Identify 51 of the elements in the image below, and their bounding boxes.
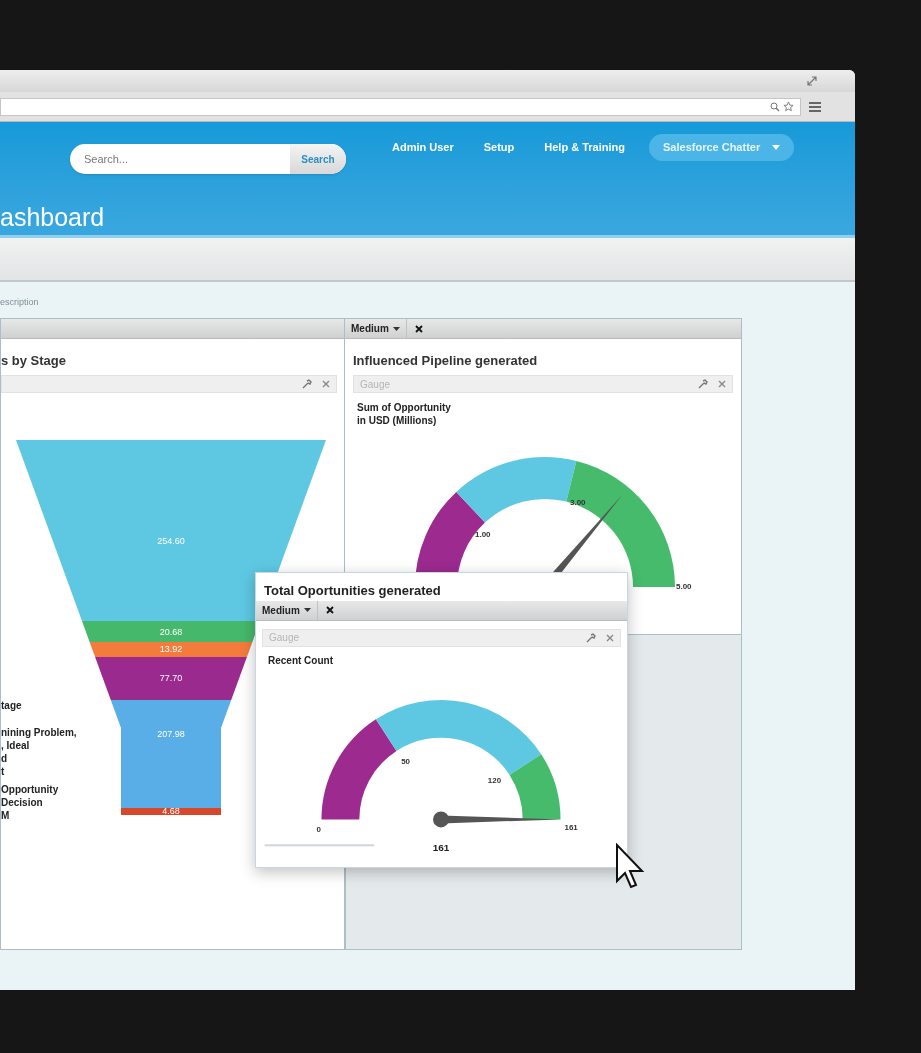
size-dropdown[interactable]: Medium <box>345 319 407 338</box>
wrench-icon[interactable] <box>302 379 312 389</box>
menu-icon[interactable] <box>809 101 821 112</box>
zoom-icon[interactable] <box>770 101 780 112</box>
close-icon[interactable] <box>325 606 334 615</box>
legend-label: d <box>1 752 9 765</box>
chart-subtitle: Recent Count <box>267 653 334 668</box>
search-field[interactable]: Search... Search <box>70 144 346 174</box>
legend-label: Opportunity <box>1 783 60 796</box>
search-button[interactable]: Search <box>290 144 346 174</box>
nav-link[interactable]: Admin User <box>392 139 454 156</box>
panel-title: Total Oportunities generated <box>263 582 442 600</box>
caret-icon <box>392 326 400 331</box>
star-icon[interactable] <box>783 101 794 112</box>
gauge-value: 161 <box>432 842 450 854</box>
segment-value: 254.60 <box>157 536 185 546</box>
gauge-tick-label: 0 <box>316 825 321 835</box>
component-type: Gauge <box>269 631 300 646</box>
gauge-tick-label: 1.00 <box>475 530 491 539</box>
gauge-tick-label: 5.00 <box>676 582 692 591</box>
segment-value: 207.98 <box>157 729 185 739</box>
segment-value: 77.70 <box>159 673 183 683</box>
size-dropdown[interactable]: Medium <box>256 600 318 620</box>
description-text: escription <box>0 296 40 309</box>
legend-label: tage <box>1 699 23 712</box>
gauge-tick-label: 120 <box>487 775 502 785</box>
legend-label: Decision <box>1 796 44 809</box>
segment-value: 4.68 <box>162 806 180 816</box>
page-title: ashboard <box>0 205 106 233</box>
close-icon[interactable] <box>414 324 423 333</box>
segment-value: 13.92 <box>159 644 183 654</box>
nav-link[interactable]: Help & Training <box>544 139 625 156</box>
caret-icon <box>772 145 781 150</box>
legend-label: nining Problem, <box>1 726 77 739</box>
gauge-tick-label: 50 <box>401 756 410 766</box>
legend-label: , Ideal <box>1 739 31 752</box>
gauge-tick-label: 161 <box>564 823 578 833</box>
panel-title: Influenced Pipeline generated <box>352 352 539 370</box>
chart-subtitle: Sum of Opportunity in USD (Millions) <box>356 401 452 427</box>
legend-label: M <box>1 809 11 822</box>
wrench-icon[interactable] <box>586 632 596 643</box>
resize-icon[interactable] <box>807 76 817 86</box>
nav-link[interactable]: Setup <box>483 139 515 156</box>
wrench-icon[interactable] <box>698 379 708 389</box>
panel-title: s by Stage <box>1 352 68 370</box>
legend-label: t <box>1 765 6 778</box>
component-type: Gauge <box>360 377 391 392</box>
gauge-tick-label: 3.00 <box>570 498 586 507</box>
segment-value: 20.68 <box>159 627 183 637</box>
chatter-dropdown[interactable]: Salesforce Chatter <box>649 134 795 161</box>
caret-icon <box>303 608 311 613</box>
